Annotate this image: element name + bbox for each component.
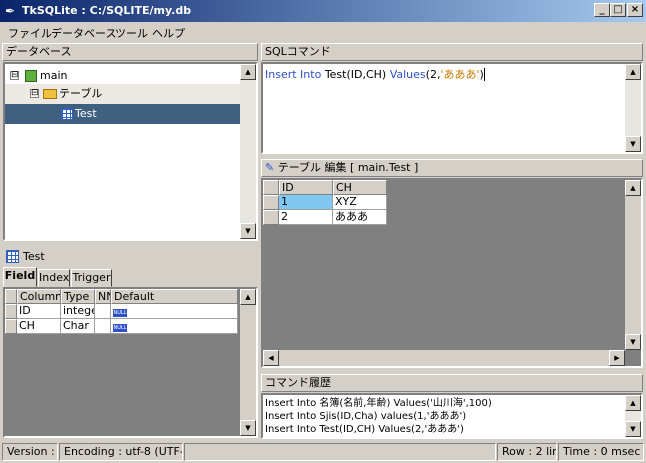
sql-editor-scrollbar[interactable]: ▲ ▼	[625, 64, 641, 152]
scroll-up-button[interactable]: ▲	[240, 64, 256, 80]
pencil-icon: ✎	[265, 161, 275, 174]
row-header[interactable]	[5, 319, 17, 334]
history-panel-header: コマンド履歴	[261, 374, 643, 392]
menu-database[interactable]: データベース	[51, 25, 116, 41]
title-bar[interactable]: ✒ TkSQLite : C:/SQLITE/my.db _ □ ×	[0, 0, 646, 22]
field-grid[interactable]: Column Type NN Default ID integer NULL C…	[3, 287, 258, 438]
database-tree-scrollbar[interactable]: ▲ ▼	[240, 64, 256, 239]
tab-index[interactable]: Index	[38, 269, 70, 287]
database-panel-header: データベース	[2, 43, 258, 61]
scroll-down-button[interactable]: ▼	[625, 334, 641, 350]
sql-panel-header: SQLコマンド	[261, 43, 643, 61]
menu-help[interactable]: ヘルプ	[152, 25, 185, 41]
field-grid-scrollbar[interactable]: ▲ ▼	[240, 289, 256, 436]
scroll-down-button[interactable]: ▼	[625, 136, 641, 152]
maximize-button[interactable]: □	[610, 3, 626, 17]
column-header[interactable]: Default	[111, 289, 238, 304]
field-cell[interactable]	[95, 304, 111, 319]
tree-item-main[interactable]: ⊟ main	[5, 66, 240, 86]
status-version: Version : 3	[2, 443, 58, 461]
close-button[interactable]: ×	[627, 3, 643, 17]
field-cell[interactable]: NULL	[111, 319, 238, 334]
scroll-up-button[interactable]: ▲	[240, 289, 256, 305]
table-icon	[6, 250, 19, 263]
tree-item-label: Test	[75, 107, 97, 120]
null-badge: NULL	[113, 309, 127, 317]
field-cell[interactable]: integer	[61, 304, 95, 319]
column-header[interactable]: ID	[279, 180, 333, 195]
data-cell[interactable]: 2	[279, 210, 333, 225]
field-tabs: Field Index Trigger	[3, 267, 258, 288]
folder-icon	[43, 89, 57, 99]
database-icon	[25, 70, 37, 82]
table-edit-vscrollbar[interactable]: ▲ ▼	[625, 180, 641, 350]
field-panel-header: Test	[3, 247, 258, 267]
table-edit-hscrollbar[interactable]: ◀ ▶	[263, 350, 625, 366]
row-header[interactable]	[263, 195, 279, 210]
menu-file[interactable]: ファイル	[8, 25, 52, 41]
history-item[interactable]: Insert Into 名簿(名前,年齢) Values('山川海',100)	[265, 397, 492, 410]
history-item[interactable]: Insert Into Sjis(ID,Cha) values(1,'あああ')	[265, 410, 492, 423]
row-header[interactable]	[5, 304, 17, 319]
data-cell-selected[interactable]: 1	[279, 195, 333, 210]
database-panel-title: データベース	[6, 45, 72, 58]
scroll-down-button[interactable]: ▼	[240, 420, 256, 436]
null-badge: NULL	[113, 324, 127, 332]
status-row: Row : 2 line	[497, 443, 557, 461]
status-time: Time : 0 msec	[558, 443, 644, 461]
collapse-icon[interactable]: ⊟	[10, 71, 19, 80]
tree-item-test[interactable]: Test	[5, 104, 240, 124]
table-edit-title: テーブル 編集 [ main.Test ]	[277, 161, 419, 174]
sql-editor[interactable]: Insert Into Test(ID,CH) Values(2,'あああ') …	[261, 62, 643, 154]
history-item[interactable]: Insert Into Test(ID,CH) Values(2,'あああ')	[265, 423, 492, 436]
scroll-up-button[interactable]: ▲	[625, 180, 641, 196]
scroll-left-button[interactable]: ◀	[263, 350, 279, 366]
window-title: TkSQLite : C:/SQLITE/my.db	[22, 4, 192, 17]
tab-trigger[interactable]: Trigger	[71, 269, 112, 287]
collapse-icon[interactable]: ⊟	[30, 89, 39, 98]
scroll-down-button[interactable]: ▼	[625, 421, 641, 437]
table-icon	[61, 108, 73, 120]
column-header[interactable]: NN	[95, 289, 111, 304]
data-cell[interactable]: あああ	[333, 210, 387, 225]
field-cell[interactable]: Char	[61, 319, 95, 334]
menu-bar: ファイル データベース ツール ヘルプ	[0, 22, 646, 41]
data-cell[interactable]: XYZ	[333, 195, 387, 210]
tab-field[interactable]: Field	[3, 267, 37, 287]
database-tree[interactable]: ⊟ main ⊟ テーブル Test ▲ ▼	[3, 62, 258, 241]
minimize-button[interactable]: _	[594, 3, 610, 17]
tree-item-label: テーブル	[59, 87, 103, 100]
scroll-up-button[interactable]: ▲	[625, 395, 641, 411]
history-lines: Insert Into 名簿(名前,年齢) Values('山川海',100) …	[265, 397, 492, 436]
text-cursor	[483, 68, 485, 81]
field-cell[interactable]: CH	[17, 319, 61, 334]
tree-item-tables[interactable]: ⊟ テーブル	[5, 84, 240, 104]
scroll-up-button[interactable]: ▲	[625, 64, 641, 80]
history-panel-title: コマンド履歴	[265, 376, 331, 389]
field-panel-title: Test	[23, 250, 45, 263]
scroll-down-button[interactable]: ▼	[240, 223, 256, 239]
sql-panel-title: SQLコマンド	[265, 45, 331, 58]
field-cell[interactable]: NULL	[111, 304, 238, 319]
menu-tools[interactable]: ツール	[115, 25, 148, 41]
row-header[interactable]	[263, 210, 279, 225]
history-scrollbar[interactable]: ▲ ▼	[625, 395, 641, 437]
field-cell[interactable]	[95, 319, 111, 334]
tree-item-label: main	[40, 69, 68, 82]
feather-icon: ✒	[5, 4, 16, 18]
table-edit-grid[interactable]: ID CH 1 XYZ 2 あああ ▲ ▼ ◀ ▶	[261, 178, 643, 368]
field-cell[interactable]: ID	[17, 304, 61, 319]
scroll-right-button[interactable]: ▶	[609, 350, 625, 366]
status-bar: Version : 3 Encoding : utf-8 (UTF-8) Row…	[0, 441, 646, 463]
status-encoding: Encoding : utf-8 (UTF-8)	[59, 443, 183, 461]
history-list[interactable]: Insert Into 名簿(名前,年齢) Values('山川海',100) …	[261, 393, 643, 439]
column-header[interactable]: Column	[17, 289, 61, 304]
sql-text: Insert Into Test(ID,CH) Values(2,'あああ')	[265, 68, 485, 81]
column-header[interactable]: Type	[61, 289, 95, 304]
table-edit-header: ✎ テーブル 編集 [ main.Test ]	[261, 159, 643, 177]
column-header[interactable]: CH	[333, 180, 387, 195]
